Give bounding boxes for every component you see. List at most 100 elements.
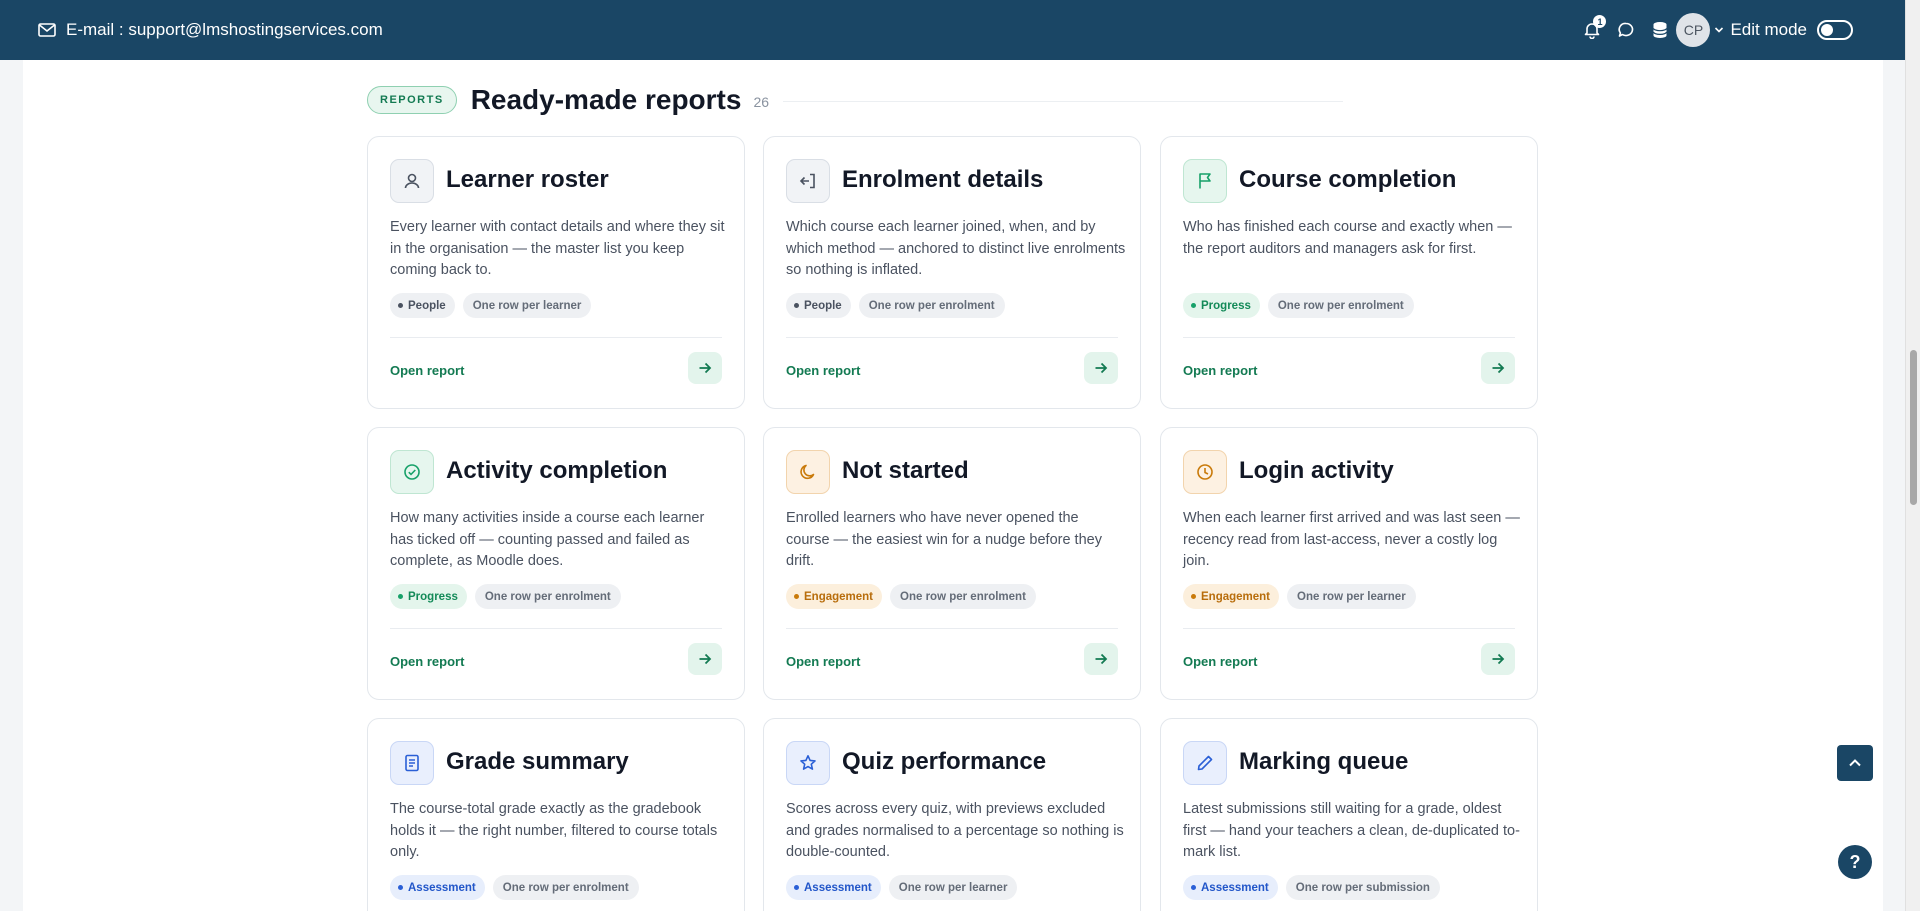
arrow-right-icon [1095,362,1108,374]
card-icon-tile [1183,741,1227,785]
chevron-up-icon [1849,759,1861,767]
category-tag: Assessment [390,875,485,900]
open-report-button[interactable] [1084,643,1118,675]
card-icon-tile [786,159,830,203]
report-card-course-completion[interactable]: Course completion Who has finished each … [1160,136,1538,409]
arrow-right-icon [1492,653,1505,665]
card-icon-tile [1183,159,1227,203]
card-description: How many activities inside a course each… [390,510,705,569]
mail-icon [38,23,56,37]
category-tag: Assessment [786,875,881,900]
open-report-link[interactable]: Open report [390,363,464,378]
messages-button[interactable] [1612,16,1640,44]
report-card-not-started[interactable]: Not started Enrolled learners who have n… [763,427,1141,700]
card-icon-tile [786,450,830,494]
card-description: Who has finished each course and exactly… [1183,219,1512,257]
card-icon-tile [390,159,434,203]
category-tag: Engagement [786,584,883,609]
open-report-link[interactable]: Open report [1183,654,1257,669]
open-report-button[interactable] [1084,352,1118,384]
card-icon-tile [390,450,434,494]
card-title: Quiz performance [842,748,1047,775]
category-tag: People [390,293,455,318]
back-to-top-button[interactable] [1837,745,1873,781]
card-tags: Progress One row per enrolment [1183,293,1414,318]
page-scrollbar[interactable] [1905,0,1920,911]
card-title: Grade summary [446,748,629,775]
category-tag: Progress [390,584,467,609]
report-card-grade-summary[interactable]: Grade summary The course-total grade exa… [367,718,745,911]
open-report-link[interactable]: Open report [786,363,860,378]
card-description: Every learner with contact details and w… [390,219,725,278]
open-report-button[interactable] [688,643,722,675]
category-tag: Progress [1183,293,1260,318]
person-icon [404,173,420,189]
open-report-button[interactable] [1481,352,1515,384]
category-tag: Assessment [1183,875,1278,900]
card-icon-tile [390,741,434,785]
open-report-link[interactable]: Open report [786,654,860,669]
report-card-activity-completion[interactable]: Activity completion How many activities … [367,427,745,700]
user-avatar[interactable]: CP [1676,13,1711,47]
scrollbar-thumb[interactable] [1910,350,1917,505]
card-title: Login activity [1239,457,1394,484]
card-description: Which course each learner joined, when, … [786,219,1126,278]
open-report-link[interactable]: Open report [390,654,464,669]
category-tag: People [786,293,851,318]
arrow-right-icon [1095,653,1108,665]
grain-tag: One row per enrolment [474,584,621,609]
section-title: Ready-made reports [470,84,742,115]
report-count: 26 [753,94,770,110]
report-card-learner-roster[interactable]: Learner roster Every learner with contac… [367,136,745,409]
category-tag: Engagement [1183,584,1280,609]
report-card-login-activity[interactable]: Login activity When each learner first a… [1160,427,1538,700]
card-title: Not started [842,457,969,484]
header-divider [783,100,1344,102]
open-report-button[interactable] [688,352,722,384]
grain-tag: One row per enrolment [858,293,1005,318]
database-button[interactable] [1646,16,1674,44]
support-email-link[interactable]: E-mail : support@lmshostingservices.com [38,20,383,40]
card-description: Scores across every quiz, with previews … [786,801,1124,860]
grain-tag: One row per enrolment [890,584,1036,609]
grain-tag: One row per learner [462,293,592,318]
document-icon [405,754,419,772]
report-card-enrolment-details[interactable]: Enrolment details Which course each lear… [763,136,1141,409]
help-button[interactable]: ? [1838,845,1872,879]
card-tags: Assessment One row per learner [786,875,1018,900]
card-divider [1183,337,1515,338]
chevron-down-icon[interactable] [1714,26,1724,34]
open-report-link[interactable]: Open report [1183,363,1257,378]
card-tags: Engagement One row per enrolment [786,584,1036,609]
reports-pill: REPORTS [367,86,457,114]
report-card-marking-queue[interactable]: Marking queue Latest submissions still w… [1160,718,1538,911]
arrow-right-icon [1492,362,1505,374]
edit-mode-toggle[interactable] [1817,20,1853,40]
card-divider [1183,628,1515,629]
card-title: Learner roster [446,166,609,193]
database-icon [1653,22,1668,38]
grain-tag: One row per enrolment [1267,293,1414,318]
card-divider [786,337,1118,338]
card-divider [390,628,722,629]
card-tags: Progress One row per enrolment [390,584,621,609]
arrow-right-icon [699,362,712,374]
card-description: When each learner first arrived and was … [1183,510,1520,569]
card-tags: People One row per enrolment [786,293,1005,318]
clock-icon [1197,464,1213,480]
check-circle-icon [404,464,420,480]
card-description: Enrolled learners who have never opened … [786,510,1102,569]
card-description: The course-total grade exactly as the gr… [390,801,718,860]
card-tags: Assessment One row per submission [1183,875,1440,900]
card-title: Enrolment details [842,166,1044,193]
chat-bubble-icon [1618,22,1634,37]
grain-tag: One row per enrolment [492,875,639,900]
notifications-button[interactable]: 1 [1578,15,1607,44]
grain-tag: One row per learner [888,875,1018,900]
card-icon-tile [786,741,830,785]
support-email-text: E-mail : support@lmshostingservices.com [66,20,383,39]
top-navbar: E-mail : support@lmshostingservices.com … [0,0,1905,60]
report-card-quiz-performance[interactable]: Quiz performance Scores across every qui… [763,718,1141,911]
open-report-button[interactable] [1481,643,1515,675]
section-header: REPORTS Ready-made reports 26 [367,80,1527,120]
